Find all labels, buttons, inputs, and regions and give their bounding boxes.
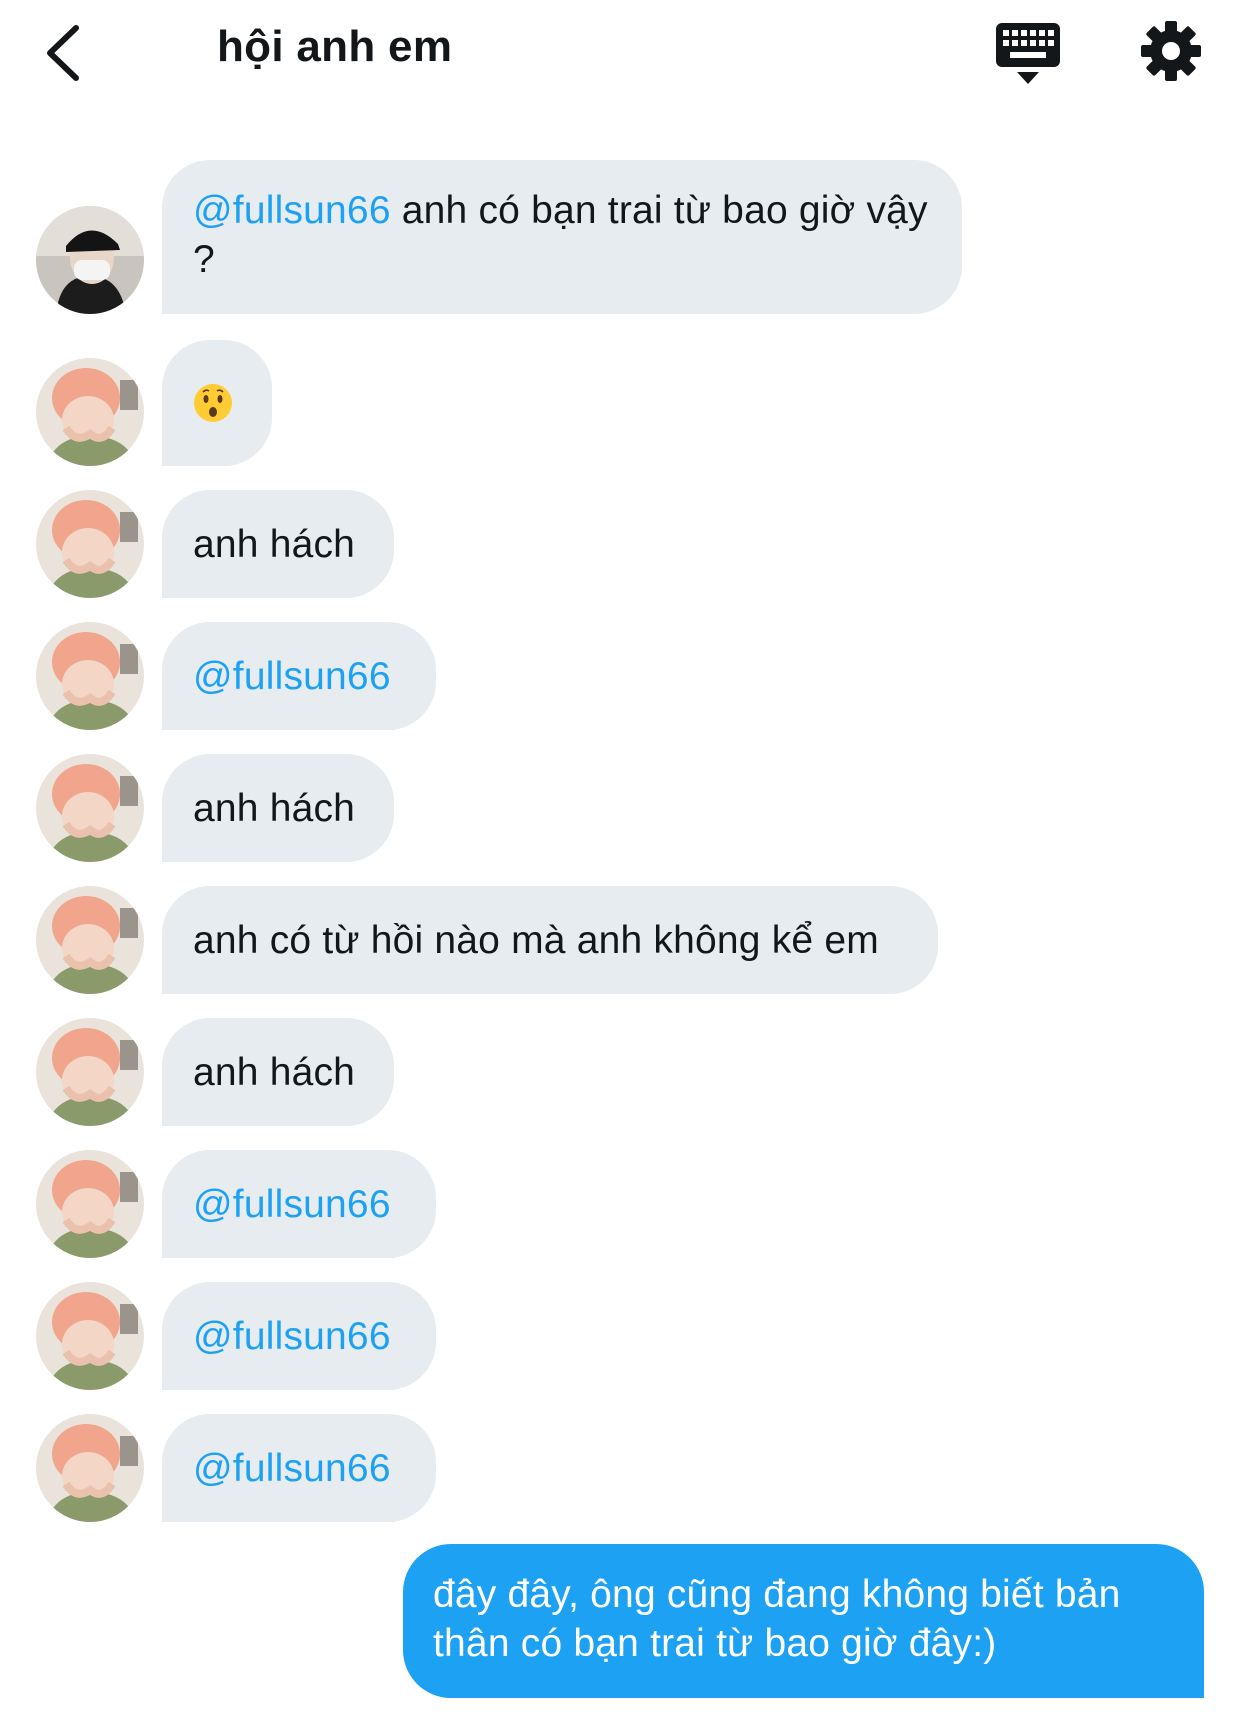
sent-message-text: đây đây, ông cũng đang không biết bản th… — [433, 1573, 1121, 1665]
avatar[interactable] — [36, 1018, 144, 1126]
keyboard-icon — [996, 23, 1060, 84]
mention-link[interactable]: @fullsun66 — [193, 652, 391, 701]
avatar[interactable] — [36, 206, 144, 314]
mention-link[interactable]: @fullsun66 — [193, 1180, 391, 1229]
avatar[interactable] — [36, 622, 144, 730]
message-bubble[interactable]: @fullsun66 — [162, 1282, 436, 1390]
message-text: anh hách — [193, 786, 356, 830]
message-bubble[interactable]: @fullsun66 — [162, 1414, 436, 1522]
mention-link[interactable]: @fullsun66 — [193, 189, 391, 232]
message-text: anh có từ hồi nào mà anh không kể em — [193, 918, 879, 962]
message-bubble[interactable]: @fullsun66 — [162, 1150, 436, 1258]
chevron-left-icon — [47, 25, 79, 81]
message-text: anh hách — [193, 1050, 356, 1094]
avatar[interactable] — [36, 490, 144, 598]
gear-icon — [1141, 21, 1201, 81]
avatar[interactable] — [36, 1282, 144, 1390]
back-button[interactable] — [38, 18, 98, 88]
message-bubble[interactable]: @fullsun66 — [162, 622, 436, 730]
hushed-face-emoji — [194, 384, 232, 422]
message-bubble[interactable]: @fullsun66 anh có bạn trai từ bao giờ vậ… — [162, 160, 962, 314]
message-bubble[interactable]: anh hách — [162, 490, 394, 598]
settings-button[interactable] — [1138, 18, 1204, 84]
avatar[interactable] — [36, 754, 144, 862]
message-bubble[interactable]: anh có từ hồi nào mà anh không kể em — [162, 886, 938, 994]
avatar[interactable] — [36, 358, 144, 466]
message-bubble[interactable]: anh hách — [162, 1018, 394, 1126]
mention-link[interactable]: @fullsun66 — [193, 1312, 391, 1361]
chat-header: hội anh em — [0, 0, 1242, 110]
message-bubble[interactable]: anh hách — [162, 754, 394, 862]
avatar[interactable] — [36, 1414, 144, 1522]
message-text: anh hách — [193, 522, 356, 566]
avatar[interactable] — [36, 886, 144, 994]
keyboard-toggle-button[interactable] — [993, 20, 1063, 88]
mention-link[interactable]: @fullsun66 — [193, 1444, 391, 1493]
sent-message-bubble[interactable]: đây đây, ông cũng đang không biết bản th… — [403, 1544, 1204, 1698]
conversation-title[interactable]: hội anh em — [217, 22, 452, 72]
avatar[interactable] — [36, 1150, 144, 1258]
message-bubble[interactable] — [162, 340, 272, 466]
